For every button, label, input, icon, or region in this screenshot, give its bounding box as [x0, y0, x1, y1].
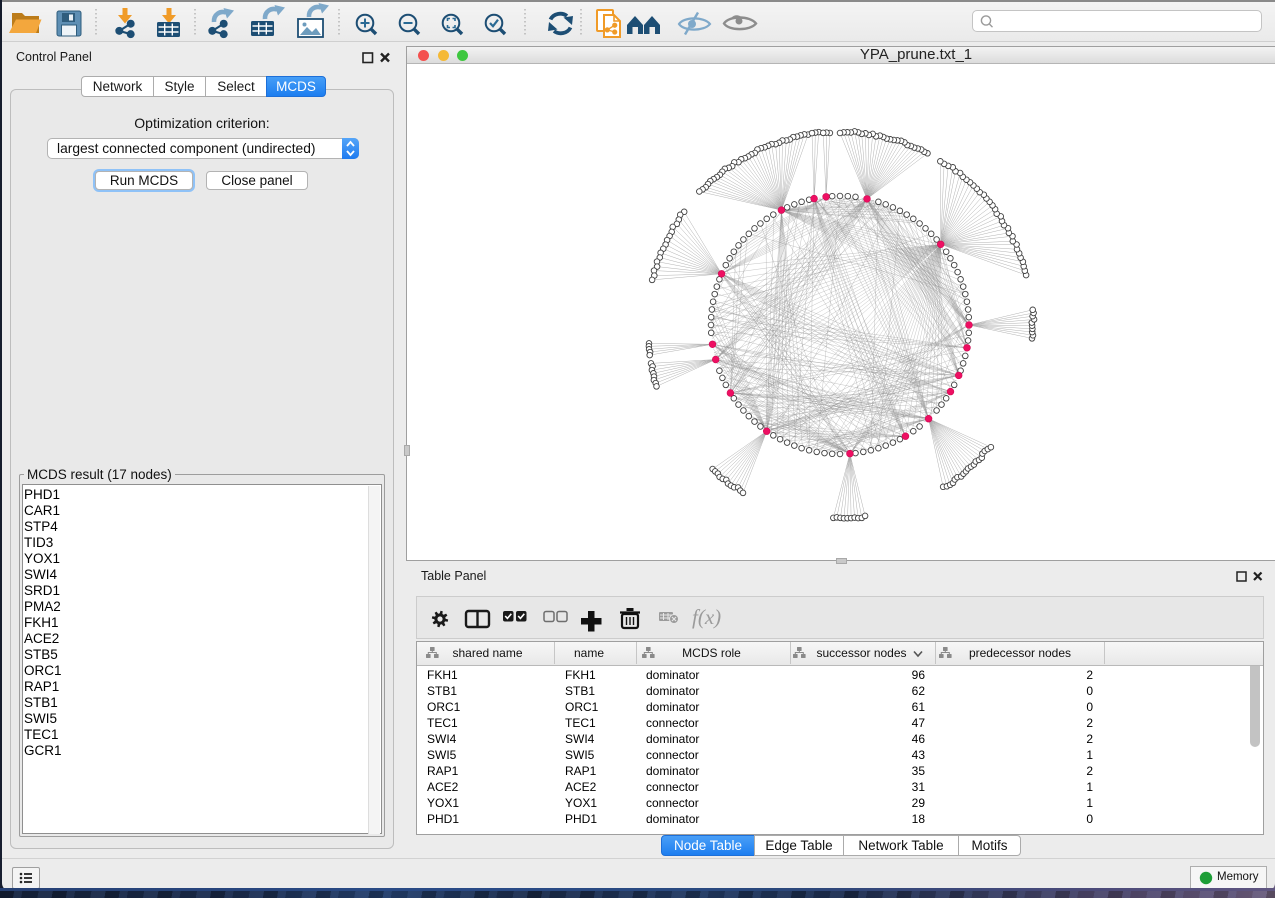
svg-text:f(x): f(x)	[692, 605, 721, 629]
